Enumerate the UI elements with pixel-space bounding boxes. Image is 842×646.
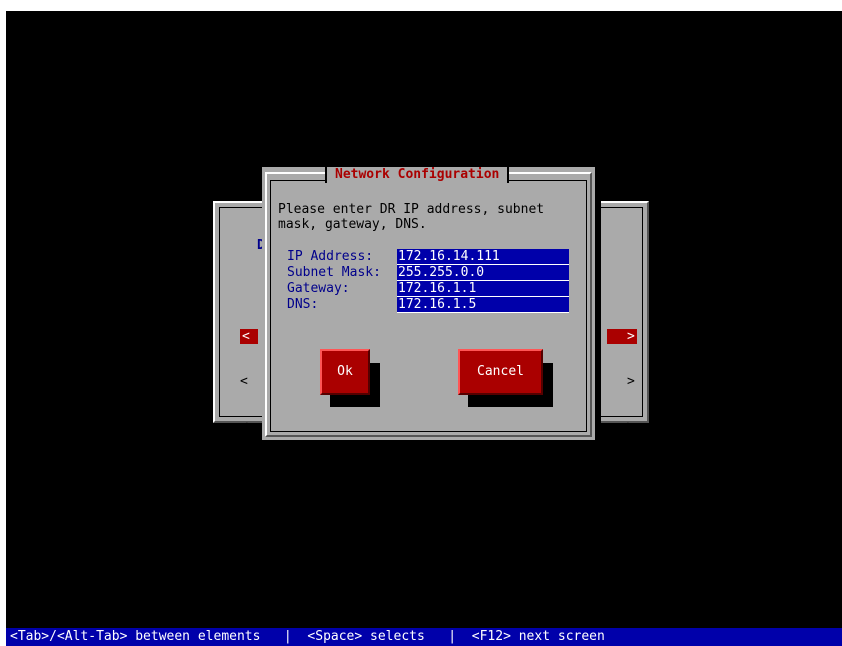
subnet-mask-input[interactable] (397, 265, 569, 281)
cancel-button-label: Cancel (477, 364, 524, 379)
right-arrow[interactable]: > (607, 374, 637, 389)
right-arrow[interactable]: > (607, 509, 637, 524)
left-arrow[interactable]: < (240, 554, 287, 569)
left-arrow[interactable]: < (240, 509, 287, 524)
left-arrow[interactable]: < (240, 464, 287, 479)
dialog-title: Network Configuration (325, 167, 510, 183)
dns-input[interactable] (397, 297, 569, 313)
right-arrow[interactable]: > (607, 419, 637, 434)
ip-address-label: IP Address: (287, 249, 374, 264)
right-arrow[interactable]: > (607, 554, 637, 569)
network-configuration-dialog: Network Configuration Please enter DR IP… (262, 167, 595, 440)
cancel-button[interactable]: Cancel (458, 349, 543, 395)
left-arrow-selected[interactable]: < (240, 329, 258, 344)
terminal-screen: D < < < < < < > > > > > > Network Config… (6, 11, 842, 646)
subnet-mask-label: Subnet Mask: (287, 265, 381, 280)
right-arrow[interactable]: > (607, 464, 637, 479)
dns-label: DNS: (287, 297, 319, 312)
gateway-input[interactable] (397, 281, 569, 297)
right-arrow-list: > > > > > > (607, 299, 637, 599)
status-bar: <Tab>/<Alt-Tab> between elements | <Spac… (6, 628, 842, 646)
ip-address-input[interactable] (397, 249, 569, 265)
ok-button[interactable]: Ok (320, 349, 370, 395)
right-arrow-selected[interactable]: > (607, 329, 637, 344)
gateway-label: Gateway: (287, 281, 350, 296)
ok-button-label: Ok (337, 364, 353, 379)
dialog-prompt: Please enter DR IP address, subnet mask,… (278, 202, 545, 232)
